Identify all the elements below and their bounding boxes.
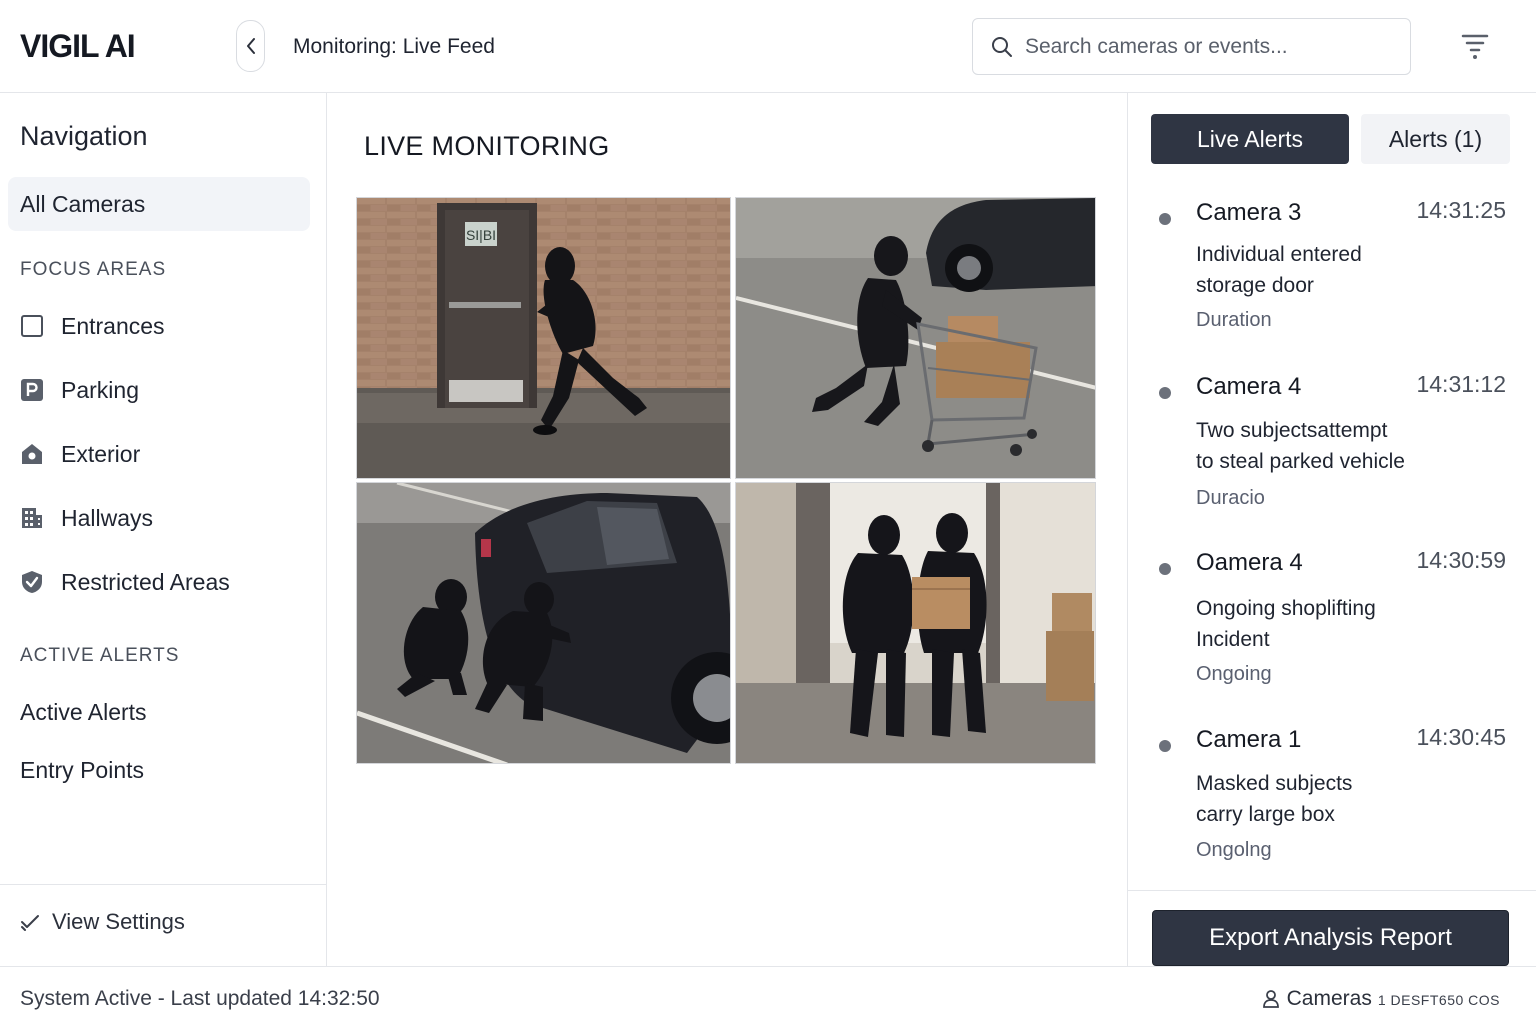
- search-box[interactable]: [972, 18, 1411, 75]
- sidebar-item-entrances[interactable]: Entrances: [20, 308, 165, 344]
- search-icon: [992, 36, 1012, 57]
- alert-camera: Camera 1: [1196, 726, 1302, 753]
- alert-description-line: Masked subjects: [1196, 772, 1353, 795]
- alert-time: 14:31:12: [1416, 371, 1506, 397]
- building-icon: [20, 506, 44, 530]
- door-sign-text: SI|BI: [466, 227, 496, 243]
- feed-image-door: SI|BI: [357, 198, 730, 478]
- system-status: System Active - Last updated 14:32:50: [20, 987, 380, 1010]
- alert-camera: Oamera 4: [1196, 549, 1303, 576]
- feed-image-car: [357, 483, 730, 763]
- sidebar-divider: [0, 884, 326, 885]
- panel-divider: [1127, 890, 1536, 891]
- feed-image-hallway: [736, 483, 1095, 763]
- sidebar: Navigation All Cameras FOCUS AREAS Entra…: [0, 93, 327, 966]
- alert-description-line: carry large box: [1196, 803, 1335, 826]
- shield-check-icon: [20, 570, 44, 594]
- alert-camera: Camera 3: [1196, 199, 1302, 226]
- sidebar-title: Navigation: [20, 121, 148, 151]
- sidebar-item-label: Hallways: [61, 504, 154, 531]
- alert-item[interactable]: Oamera 4 14:30:59 Ongoing shoplifting In…: [1127, 547, 1536, 719]
- sidebar-item-hallways[interactable]: Hallways: [20, 500, 153, 536]
- sidebar-item-exterior[interactable]: Exterior: [20, 436, 140, 472]
- alert-item[interactable]: Camera 4 14:31:12 Two subjectsattempt to…: [1127, 371, 1536, 543]
- alert-status: Duracio: [1196, 487, 1265, 509]
- alert-time: 14:30:59: [1416, 547, 1506, 573]
- alert-description-line: Individual entered: [1196, 243, 1362, 266]
- status-dot-icon: [1159, 387, 1171, 399]
- feed-image-cart: [736, 198, 1095, 478]
- alert-item[interactable]: Camera 1 14:30:45 Masked subjects carry …: [1127, 724, 1536, 896]
- tab-live-alerts[interactable]: Live Alerts: [1151, 114, 1349, 164]
- sidebar-item-all-cameras[interactable]: All Cameras: [8, 177, 310, 231]
- sidebar-item-label: Entrances: [61, 312, 165, 339]
- camera-feed-2[interactable]: [735, 197, 1096, 479]
- cameras-label: Cameras: [1286, 987, 1372, 1010]
- alert-description-line: storage door: [1196, 274, 1314, 297]
- collapse-sidebar-button[interactable]: [236, 20, 265, 72]
- sidebar-item-parking[interactable]: Parking: [20, 372, 139, 408]
- alert-description: Masked subjects carry large box: [1196, 768, 1436, 830]
- status-dot-icon: [1159, 563, 1171, 575]
- house-icon: [20, 442, 44, 466]
- sidebar-item-label: Parking: [61, 376, 139, 403]
- sidebar-item-entry-points[interactable]: Entry Points: [20, 757, 144, 784]
- status-bar: System Active - Last updated 14:32:50 Ca…: [0, 966, 1536, 1024]
- status-dot-icon: [1159, 213, 1171, 225]
- search-input[interactable]: [1025, 34, 1395, 59]
- sidebar-item-label: Exterior: [61, 440, 141, 467]
- brand-logo[interactable]: VIGIL AI: [20, 28, 136, 65]
- sidebar-item-label: Restricted Areas: [61, 568, 230, 595]
- alert-time: 14:31:25: [1416, 197, 1506, 223]
- camera-feed-4[interactable]: [735, 482, 1096, 764]
- active-alerts-heading: ACTIVE ALERTS: [20, 645, 180, 666]
- alert-description-line: Incident: [1196, 628, 1270, 651]
- export-report-button[interactable]: Export Analysis Report: [1152, 910, 1509, 966]
- camera-feed-3[interactable]: [356, 482, 731, 764]
- alert-description: Individual entered storage door: [1196, 239, 1436, 301]
- filter-button[interactable]: [1458, 30, 1492, 62]
- view-settings-button[interactable]: View Settings: [20, 909, 185, 935]
- alert-status: Duration: [1196, 309, 1272, 331]
- view-settings-label: View Settings: [52, 909, 185, 934]
- parking-icon: [20, 378, 44, 402]
- tab-alerts[interactable]: Alerts (1): [1361, 114, 1510, 164]
- sidebar-item-restricted-areas[interactable]: Restricted Areas: [20, 564, 230, 600]
- alert-item[interactable]: Camera 3 14:31:25 Individual entered sto…: [1127, 197, 1536, 369]
- main-title: LIVE MONITORING: [364, 131, 610, 161]
- alert-description: Ongoing shoplifting Incident: [1196, 593, 1436, 655]
- user-icon: [1262, 990, 1279, 1008]
- top-header: VIGIL AI Monitoring: Live Feed: [0, 0, 1536, 93]
- camera-feed-1[interactable]: SI|BI: [356, 197, 731, 479]
- cameras-code: 1 DESFT650 COS: [1377, 992, 1500, 1008]
- cameras-indicator[interactable]: Cameras 1 DESFT650 COS: [1262, 987, 1500, 1011]
- alert-time: 14:30:45: [1416, 724, 1506, 750]
- sidebar-item-active-alerts[interactable]: Active Alerts: [20, 699, 147, 726]
- check-icon: [21, 915, 39, 931]
- alert-description: Two subjectsattempt to steal parked vehi…: [1196, 415, 1436, 477]
- filter-icon: [1461, 34, 1489, 59]
- page-title: Monitoring: Live Feed: [293, 35, 495, 58]
- focus-areas-heading: FOCUS AREAS: [20, 259, 167, 280]
- alert-description-line: Two subjectsattempt: [1196, 419, 1388, 442]
- alert-status: Ongolng: [1196, 839, 1272, 861]
- alert-camera: Camera 4: [1196, 373, 1302, 400]
- square-icon: [20, 314, 44, 338]
- alert-description-line: Ongoing shoplifting: [1196, 597, 1376, 620]
- status-dot-icon: [1159, 740, 1171, 752]
- alert-status: Ongoing: [1196, 663, 1272, 685]
- alert-description-line: to steal parked vehicle: [1196, 450, 1405, 473]
- chevron-left-icon: [246, 38, 255, 54]
